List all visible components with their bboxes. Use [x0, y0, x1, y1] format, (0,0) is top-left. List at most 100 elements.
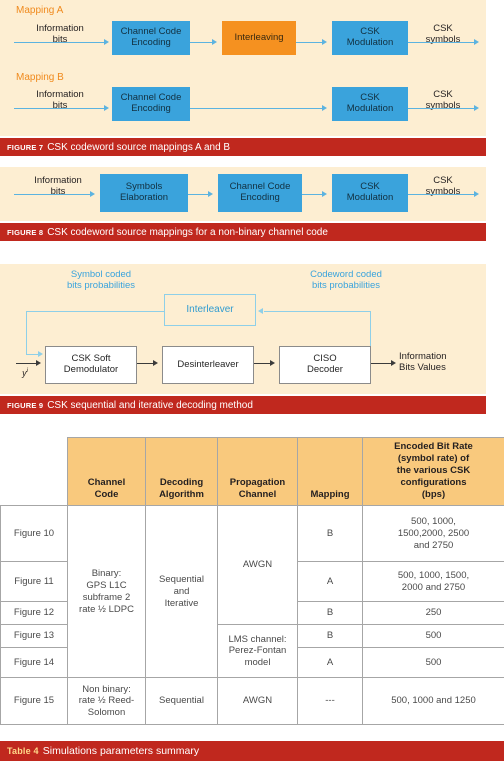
mapping-b-label: Mapping B — [16, 72, 64, 83]
table-cell-decoding-seq: Sequential — [145, 677, 218, 726]
figure9-arrow-2 — [270, 359, 275, 366]
figure7-a-arrow-4 — [474, 38, 479, 45]
figure7-b-arrow-1 — [104, 104, 109, 111]
figure7-a-block-csk-modulation: CSK Modulation — [332, 21, 408, 55]
figure9-input-signal-superscript: i — [26, 368, 28, 374]
table-row: Figure 15 Non binary: rate ½ Reed- Solom… — [0, 677, 504, 726]
figure9-block-ciso-decoder: CISO Decoder — [279, 346, 371, 384]
table4-caption-number: Table 4 — [7, 746, 39, 756]
table-cell-channel-code-binary: Binary: GPS L1C subframe 2 rate ½ LDPC — [67, 505, 146, 679]
figure8-arrow-3 — [322, 190, 327, 197]
figure7-b-arrow-2 — [322, 104, 327, 111]
figure9-feedback-right-arrow — [258, 307, 263, 314]
table4-caption-text: Simulations parameters summary — [42, 745, 200, 757]
figure9-arrow-1 — [153, 359, 158, 366]
figure7-b-arrow-3 — [474, 104, 479, 111]
figure8-panel: Information bits Symbols Elaboration Cha… — [0, 167, 486, 221]
table-cell-channel-awgn2: AWGN — [217, 677, 298, 726]
table-header-mapping: Mapping — [297, 436, 363, 507]
table-cell-mapping: A — [297, 561, 363, 603]
figure8-caption-number: FIGURE 8 — [7, 227, 44, 237]
table-cell-mapping: B — [297, 505, 363, 563]
figure9-panel: Symbol coded bits probabilities Codeword… — [0, 264, 486, 394]
figure9-arrow-3 — [391, 359, 396, 366]
figure7-a-line-3 — [296, 42, 324, 43]
table-cell-mapping: B — [297, 601, 363, 626]
figure9-feedback-left-h — [26, 311, 164, 312]
table-cell-decoding-seq-iter: Sequential and Iterative — [145, 505, 218, 679]
table-cell-channel-code-nonbinary: Non binary: rate ½ Reed- Solomon — [67, 677, 146, 726]
figure7-panel: Mapping A Information bits Channel Code … — [0, 0, 486, 136]
figure7-a-line-1 — [14, 42, 106, 43]
table-header-propagation-channel: Propagation Channel — [217, 436, 298, 507]
figure8-block-channel-code: Channel Code Encoding — [218, 174, 302, 212]
table-header-blank — [0, 436, 68, 507]
table-cell-channel-lms: LMS channel: Perez-Fontan model — [217, 624, 298, 679]
table-cell-bitrate: 500, 1000 and 1250 — [362, 677, 504, 726]
article-page: Mapping A Information bits Channel Code … — [0, 0, 504, 770]
figure7-b-block-csk-modulation: CSK Modulation — [332, 87, 408, 121]
table-cell-mapping: --- — [297, 677, 363, 726]
figure9-block-desinterleaver: Desinterleaver — [162, 346, 254, 384]
figure9-input-signal-label: yi — [14, 368, 36, 378]
table-header-encoded-bit-rate: Encoded Bit Rate (symbol rate) of the va… — [362, 436, 504, 507]
table-cell-figure: Figure 10 — [0, 505, 68, 563]
table-cell-channel-awgn: AWGN — [217, 505, 298, 626]
table-cell-bitrate: 500 — [362, 624, 504, 649]
figure7-a-arrow-2 — [212, 38, 217, 45]
figure9-label-symbol-coded: Symbol coded bits probabilities — [66, 269, 136, 291]
figure9-caption-text: CSK sequential and iterative decoding me… — [47, 399, 253, 411]
table-cell-figure: Figure 13 — [0, 624, 68, 649]
figure8-arrow-1 — [90, 190, 95, 197]
table-header-row: Channel Code Decoding Algorithm Propagat… — [0, 436, 504, 507]
figure7-b-line-1 — [14, 108, 106, 109]
table-cell-bitrate: 500, 1000, 1500, 2000 and 2750 — [362, 561, 504, 603]
mapping-a-label: Mapping A — [16, 5, 64, 16]
figure7-a-block-interleaving: Interleaving — [222, 21, 296, 55]
figure8-caption-text: CSK codeword source mappings for a non-b… — [47, 226, 328, 238]
figure7-b-line-2 — [190, 108, 324, 109]
table-header-channel-code: Channel Code — [67, 436, 146, 507]
table-cell-figure: Figure 12 — [0, 601, 68, 626]
figure9-caption-number: FIGURE 9 — [7, 400, 44, 410]
table-cell-bitrate: 250 — [362, 601, 504, 626]
table4-caption: Table 4 Simulations parameters summary — [0, 741, 504, 761]
figure7-b-block-channel-code: Channel Code Encoding — [112, 87, 190, 121]
figure7-caption-text: CSK codeword source mappings A and B — [47, 141, 231, 153]
figure9-label-codeword-coded: Codeword coded bits probabilities — [310, 269, 382, 291]
figure7-a-arrow-1 — [104, 38, 109, 45]
table-cell-bitrate: 500 — [362, 647, 504, 679]
table-row: Figure 10 Binary: GPS L1C subframe 2 rat… — [0, 505, 504, 679]
figure9-input-line — [16, 363, 38, 364]
figure7-caption: FIGURE 7 CSK codeword source mappings A … — [0, 138, 486, 156]
figure8-caption: FIGURE 8 CSK codeword source mappings fo… — [0, 223, 486, 241]
table-cell-figure: Figure 11 — [0, 561, 68, 603]
table-cell-bitrate: 500, 1000, 1500,2000, 2500 and 2750 — [362, 505, 504, 563]
figure9-caption: FIGURE 9 CSK sequential and iterative de… — [0, 396, 486, 414]
figure9-block-interleaver: Interleaver — [164, 294, 256, 326]
simulations-table: Channel Code Decoding Algorithm Propagat… — [0, 436, 504, 726]
table-cell-figure: Figure 14 — [0, 647, 68, 679]
figure9-feedback-right-h — [264, 311, 370, 312]
figure7-a-line-2 — [190, 42, 214, 43]
figure7-a-line-4 — [408, 42, 476, 43]
figure7-caption-number: FIGURE 7 — [7, 142, 44, 152]
figure8-line-4 — [408, 194, 476, 195]
table-cell-figure: Figure 15 — [0, 677, 68, 726]
figure9-feedback-left-arrow — [38, 350, 43, 357]
figure7-a-arrow-3 — [322, 38, 327, 45]
figure8-block-csk-modulation: CSK Modulation — [332, 174, 408, 212]
figure9-feedback-left-v — [26, 311, 27, 354]
figure8-line-2 — [188, 194, 210, 195]
figure7-b-line-3 — [408, 108, 476, 109]
figure9-block-csk-soft-demodulator: CSK Soft Demodulator — [45, 346, 137, 384]
figure9-input-arrow — [36, 359, 41, 366]
figure9-line-3 — [371, 363, 393, 364]
figure9-output-label: Information Bits Values — [399, 351, 447, 373]
figure7-a-block-channel-code: Channel Code Encoding — [112, 21, 190, 55]
figure8-block-symbols-elaboration: Symbols Elaboration — [100, 174, 188, 212]
figure8-line-3 — [302, 194, 324, 195]
figure8-arrow-2 — [208, 190, 213, 197]
table-cell-mapping: B — [297, 624, 363, 649]
figure8-arrow-4 — [474, 190, 479, 197]
